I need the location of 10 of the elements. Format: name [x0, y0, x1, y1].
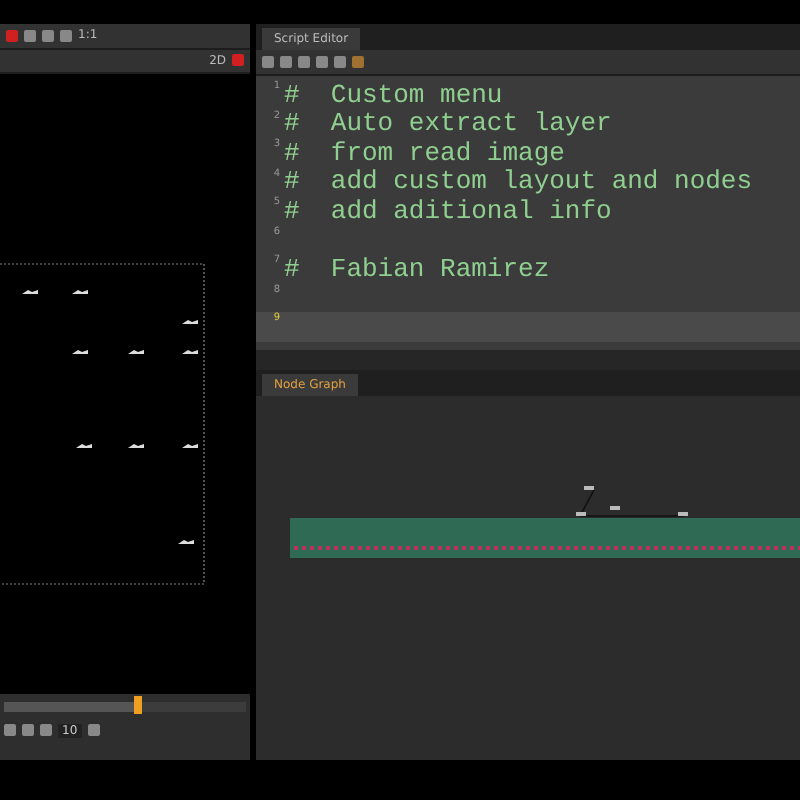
code-line: # add aditional info	[284, 195, 612, 226]
node-network-drawing[interactable]	[572, 486, 692, 518]
code-line: # from read image	[284, 137, 565, 168]
code-line: # Fabian Ramirez	[284, 253, 550, 284]
code-line: # add custom layout and nodes	[284, 166, 753, 197]
code-line: # Custom menu	[284, 79, 503, 110]
code-line: # Auto extract layer	[284, 108, 612, 139]
stop-icon[interactable]	[24, 29, 36, 42]
node-backdrop[interactable]	[290, 518, 800, 558]
playhead[interactable]	[133, 696, 142, 715]
